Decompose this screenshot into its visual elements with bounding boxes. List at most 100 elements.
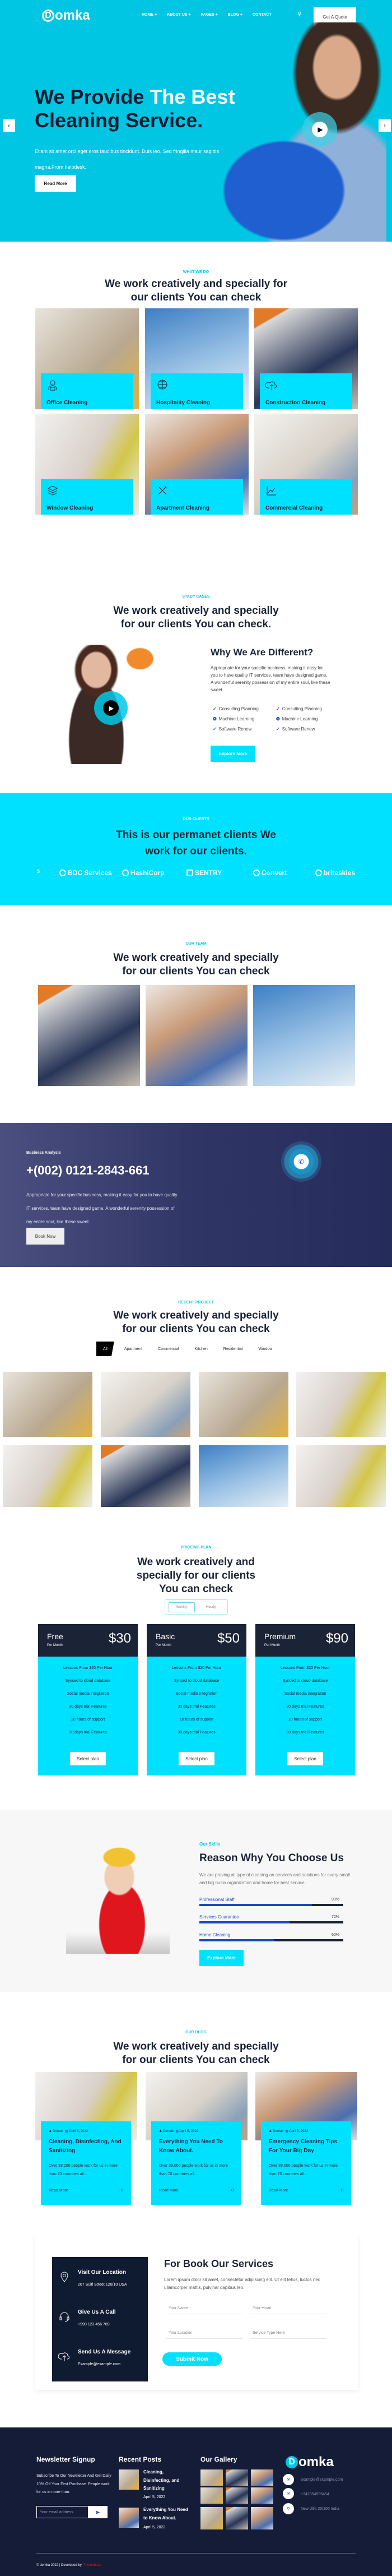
hero-video-play-button[interactable]: ▶ — [302, 112, 337, 147]
explore-more-button[interactable]: Explore More — [211, 746, 255, 762]
send-button[interactable]: ➤ — [88, 2506, 107, 2518]
gallery-image[interactable] — [200, 2487, 223, 2504]
slider-prev-button[interactable]: ‹ — [3, 119, 15, 132]
skill-bar: Home Cleaning 60% — [199, 1932, 343, 1941]
filter-tab[interactable]: Kitchen — [189, 1342, 213, 1356]
nav-item[interactable]: ABOUT US + — [167, 13, 191, 17]
team-member-image[interactable] — [38, 985, 140, 1086]
recent-post-date: April 5, 2022 — [143, 2495, 166, 2499]
post-title[interactable]: Cleaning, Disinfecting, And Sanitizing — [49, 2138, 123, 2160]
skill-label: Professional Staff — [199, 1897, 235, 1902]
video-play-button[interactable]: ▶ — [94, 691, 128, 725]
newsletter-email-placeholder: Your email address — [40, 2510, 73, 2514]
team-member-image[interactable] — [253, 985, 355, 1086]
nav-item[interactable]: HOME + — [142, 13, 157, 17]
nav-item[interactable]: CONTACT — [253, 13, 272, 17]
section-title: This is our permanet clients We work for… — [116, 829, 276, 857]
service-card[interactable]: Office Cleaning — [35, 308, 139, 409]
recent-post-title[interactable]: Everything You Need to Know About. — [143, 2506, 191, 2522]
developer-link[interactable]: Themebuzz — [83, 2564, 101, 2567]
service-type-field[interactable]: Service Type Here — [250, 2328, 326, 2339]
project-image[interactable] — [296, 1372, 386, 1437]
filter-tab[interactable]: Window — [253, 1342, 278, 1356]
section-title: We work creatively and specially for our… — [113, 1310, 279, 1335]
location-field[interactable]: Your Location — [166, 2328, 242, 2339]
project-image[interactable] — [101, 1372, 190, 1437]
gallery-image[interactable] — [200, 2469, 223, 2486]
recent-post-title[interactable]: Cleaning, Disinfecting, and Sanitizing — [143, 2468, 191, 2493]
check-icon: ✓ — [276, 706, 280, 711]
project-image[interactable] — [101, 1445, 190, 1507]
email-field[interactable]: Your email — [250, 2303, 326, 2314]
gallery-image[interactable] — [226, 2507, 248, 2529]
globe-icon — [157, 380, 167, 390]
phone-call-button[interactable]: ✆ — [281, 1141, 321, 1182]
contact-info-card: Visit Our Location 207 Suitl Street 120/1… — [52, 2257, 148, 2302]
toggle-option[interactable]: Hourly — [198, 1602, 224, 1612]
read-more-link[interactable]: Read More — [49, 2189, 68, 2193]
project-image[interactable] — [296, 1445, 386, 1507]
play-icon: ▶ — [109, 705, 114, 712]
gallery-image[interactable] — [226, 2469, 248, 2486]
section-eyebrow: OUR BLOG — [185, 2031, 207, 2034]
post-title[interactable]: Everything You Need To Know About. — [159, 2138, 234, 2160]
project-image[interactable] — [3, 1445, 92, 1507]
plan-price: $90 — [325, 1631, 348, 1646]
feature-list: ✓ Consulting Planning ✓ Consulting Planning… — [213, 704, 336, 734]
plan-feature: 30 days trial Features — [178, 1705, 216, 1709]
project-image[interactable] — [3, 1372, 92, 1437]
pricing-card: Basic Per Month $50 Lessons From $20 Per Ho… — [147, 1624, 246, 1775]
project-image[interactable] — [199, 1445, 288, 1507]
name-field[interactable]: Your Name — [166, 2303, 242, 2314]
post-excerpt: Over 39,000 people work for us in more t… — [159, 2164, 228, 2176]
read-more-link[interactable]: Read More — [159, 2189, 179, 2193]
service-card[interactable]: Window Cleaning — [35, 414, 139, 515]
service-card[interactable]: Hospitality Cleaning — [145, 308, 249, 409]
post-title[interactable]: Emergency Cleaning Tips For Your Big Day — [269, 2138, 343, 2160]
plan-period: Per Month — [156, 1644, 171, 1647]
newsletter-email-input[interactable]: Your email address — [37, 2506, 88, 2518]
search-icon[interactable]: ⚲ — [297, 11, 301, 17]
nav-item[interactable]: BLOG + — [228, 13, 242, 17]
project-image[interactable] — [199, 1372, 288, 1437]
plan-feature: Lessons From $20 Per Hour — [63, 1666, 113, 1670]
filter-tab[interactable]: All — [96, 1342, 114, 1356]
gallery-image[interactable] — [200, 2507, 223, 2529]
gallery-image[interactable] — [251, 2487, 273, 2504]
gallery-image[interactable] — [226, 2487, 248, 2504]
section-eyebrow: WHAT WE DO — [183, 270, 209, 274]
filter-tab[interactable]: Residential — [218, 1342, 249, 1356]
explore-more-button[interactable]: Explore More — [199, 1950, 244, 1966]
feature-item: ❂ Machine Learning — [213, 716, 255, 722]
toggle-option[interactable]: Weekly — [169, 1602, 195, 1612]
filter-tab[interactable]: Commercial — [152, 1342, 184, 1356]
copyright: © domka 2022 | Developed by: Themebuzz — [36, 2564, 101, 2567]
logo[interactable]: DDomkaomka — [42, 8, 90, 24]
service-card[interactable]: Commercial Cleaning — [254, 414, 358, 515]
client-logo: BDC Services — [59, 869, 112, 877]
service-card[interactable]: Construction Cleaning — [254, 308, 358, 409]
submit-now-button[interactable]: Submit Now — [162, 2352, 222, 2366]
support-agent-icon — [48, 380, 57, 391]
team-member-image[interactable] — [146, 985, 248, 1086]
book-now-button[interactable]: Book Now — [26, 1228, 64, 1245]
chart-icon — [267, 486, 276, 496]
service-card[interactable]: Apartment Cleaning — [145, 414, 249, 515]
nav-item[interactable]: PAGES + — [201, 13, 218, 17]
gallery-image[interactable] — [251, 2507, 273, 2529]
select-plan-button[interactable]: Select plan — [179, 1752, 214, 1765]
location-pin-icon: ⚲ — [283, 2503, 294, 2514]
filter-tab[interactable]: Apartment — [119, 1342, 148, 1356]
footer-heading: Our Gallery — [200, 2455, 237, 2463]
booking-title: For Book Our Services — [164, 2258, 274, 2269]
slider-next-button[interactable]: › — [379, 119, 391, 132]
read-more-link[interactable]: Read More — [269, 2189, 288, 2193]
plan-feature: 10 hours of support — [179, 1718, 214, 1722]
gallery-image[interactable] — [251, 2469, 273, 2486]
select-plan-button[interactable]: Select plan — [70, 1752, 106, 1765]
info-value: 207 Suitl Street 120/10 USA — [78, 2283, 127, 2287]
read-more-button[interactable]: Read More — [35, 175, 76, 192]
comment-count: + 0 — [228, 2189, 234, 2193]
service-label: Office Cleaning — [46, 400, 88, 406]
select-plan-button[interactable]: Select plan — [287, 1752, 323, 1765]
